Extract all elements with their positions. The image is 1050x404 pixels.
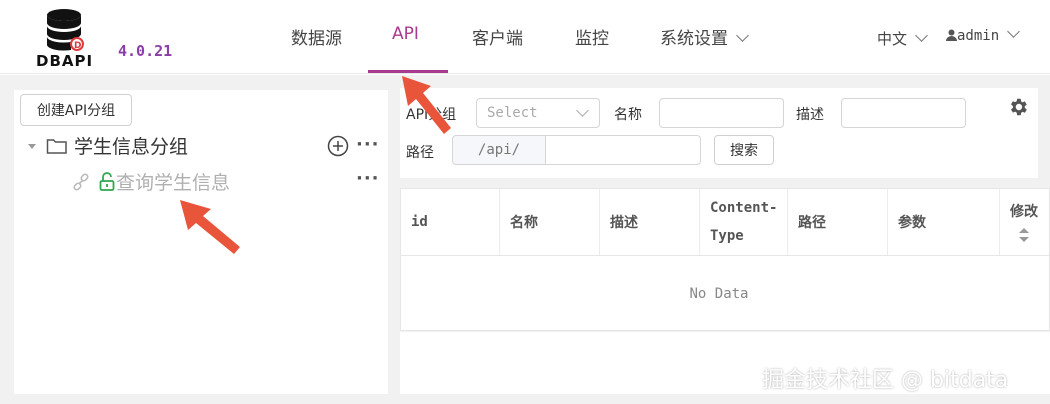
add-circle-icon[interactable] — [327, 135, 349, 157]
nav-settings-label: 系统设置 — [660, 29, 728, 49]
language-selector[interactable]: 中文 — [877, 28, 928, 49]
nav-item-settings[interactable]: 系统设置 — [660, 24, 749, 49]
nav-item-monitor[interactable]: 监控 — [575, 24, 609, 49]
tree-api-row[interactable]: 查询学生信息 — [72, 168, 230, 195]
gear-icon[interactable] — [1007, 96, 1029, 118]
empty-state-text: No Data — [689, 286, 749, 302]
annotation-arrow-icon — [402, 76, 451, 134]
user-icon — [946, 29, 957, 41]
column-header-modified[interactable]: 修改 — [1000, 189, 1050, 255]
user-name: admin — [957, 28, 1000, 44]
group-filter-select[interactable]: Select — [476, 98, 600, 128]
annotation-arrow-icon — [180, 200, 240, 254]
column-header-params[interactable]: 参数 — [888, 189, 1000, 255]
svg-text:D: D — [74, 41, 81, 51]
column-header-path[interactable]: 路径 — [788, 189, 888, 255]
create-api-group-button[interactable]: 创建API分组 — [20, 94, 132, 126]
user-menu[interactable]: admin — [946, 25, 1021, 44]
watermark-text: 掘金技术社区 @ bitdata — [762, 368, 1009, 393]
tree-api-label: 查询学生信息 — [116, 172, 231, 194]
column-header-content-type[interactable]: Content-Type — [700, 189, 788, 255]
link-icon — [73, 172, 89, 191]
sort-icon[interactable] — [1018, 227, 1030, 243]
nav-item-api[interactable]: API — [392, 24, 419, 44]
column-header-id[interactable]: id — [401, 189, 500, 255]
desc-filter-input[interactable] — [841, 98, 966, 128]
name-filter-label: 名称 — [614, 107, 642, 123]
chevron-down-icon — [736, 29, 749, 42]
group-select-placeholder: Select — [487, 105, 538, 121]
caret-down-icon[interactable] — [26, 140, 38, 152]
desc-filter-label: 描述 — [796, 107, 824, 123]
more-options-icon[interactable]: ··· — [356, 134, 380, 155]
nav-item-client[interactable]: 客户端 — [472, 24, 523, 49]
table-body: No Data — [401, 255, 1050, 331]
more-options-icon[interactable]: ··· — [356, 168, 380, 189]
search-form: API分组 Select 名称 描述 路径 /api/ 搜索 — [400, 88, 1038, 178]
chevron-down-icon — [576, 103, 589, 117]
column-header-description[interactable]: 描述 — [600, 189, 700, 255]
folder-icon — [46, 138, 67, 154]
tree-group-label: 学生信息分组 — [74, 136, 189, 158]
path-prefix: /api/ — [452, 135, 546, 165]
column-header-name[interactable]: 名称 — [500, 189, 600, 255]
unlock-icon — [99, 171, 115, 191]
app-version: 4.0.21 — [118, 42, 173, 60]
column-header-modified-label: 修改 — [1010, 204, 1038, 220]
name-filter-input[interactable] — [659, 98, 784, 128]
top-header: D DBAPI 4.0.21 数据源 API 客户端 监控 系统设置 中文 ad… — [0, 0, 1050, 74]
search-button[interactable]: 搜索 — [714, 135, 774, 165]
tree-group-row[interactable]: 学生信息分组 — [26, 132, 188, 159]
app-logo-text: DBAPI — [36, 52, 94, 70]
path-filter-label: 路径 — [406, 145, 434, 161]
chevron-down-icon — [915, 29, 928, 42]
path-filter-input[interactable] — [545, 135, 701, 165]
nav-item-datasource[interactable]: 数据源 — [291, 24, 342, 49]
chevron-down-icon — [1007, 25, 1021, 38]
api-table: id 名称 描述 Content-Type 路径 参数 修改 No Data — [400, 188, 1050, 331]
language-label: 中文 — [877, 30, 908, 48]
